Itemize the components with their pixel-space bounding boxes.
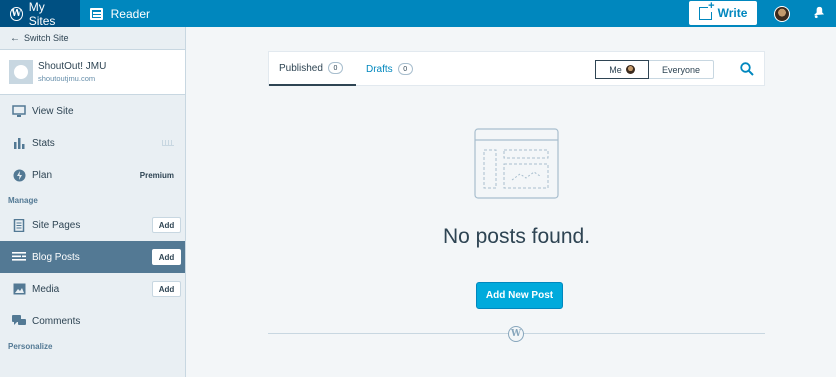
- sidebar-item-comments[interactable]: Comments: [0, 305, 185, 337]
- bar-chart-icon: [12, 137, 26, 150]
- me-avatar: [625, 65, 635, 74]
- my-sites-button[interactable]: W My Sites: [0, 0, 80, 28]
- section-manage: Manage: [8, 195, 38, 205]
- author-filter-toggle: Me Everyone: [595, 60, 714, 79]
- sidebar-item-label: Comments: [32, 315, 81, 327]
- comments-icon: [12, 315, 26, 328]
- sidebar-item-site-pages[interactable]: Site Pages Add: [0, 209, 185, 241]
- sidebar-item-view-site[interactable]: View Site: [0, 95, 185, 127]
- sidebar: ← Switch Site ShoutOut! JMU shoutoutjmu.…: [0, 27, 186, 377]
- empty-posts-illustration: [474, 128, 559, 199]
- current-site-card[interactable]: ShoutOut! JMU shoutoutjmu.com: [0, 49, 185, 95]
- monitor-icon: [12, 104, 26, 118]
- post-status-tabs: Published 0 Drafts 0 Me Everyone: [268, 51, 765, 86]
- sidebar-item-stats[interactable]: Stats: [0, 127, 185, 159]
- add-new-post-button[interactable]: Add New Post: [476, 282, 563, 309]
- masterbar: W My Sites Reader Write: [0, 0, 836, 28]
- my-sites-label: My Sites: [28, 0, 56, 28]
- arrow-left-icon: ←: [10, 32, 20, 44]
- page-icon: [12, 218, 26, 232]
- filter-me-label: Me: [609, 64, 622, 75]
- posts-icon: [12, 251, 26, 264]
- tab-published[interactable]: Published 0: [269, 52, 356, 86]
- reader-icon: [90, 7, 103, 20]
- add-page-button[interactable]: Add: [152, 217, 181, 233]
- write-icon: [698, 0, 715, 20]
- filter-me-button[interactable]: Me: [595, 60, 649, 79]
- switch-site-label: Switch Site: [24, 33, 69, 43]
- plan-bolt-icon: [12, 169, 26, 182]
- empty-state-title: No posts found.: [442, 225, 591, 248]
- plan-badge: Premium: [139, 170, 174, 180]
- search-icon[interactable]: [740, 62, 754, 76]
- tab-label: Drafts: [366, 63, 393, 75]
- sidebar-item-blog-posts[interactable]: Blog Posts Add: [0, 241, 185, 273]
- site-name: ShoutOut! JMU: [38, 61, 107, 72]
- wordpress-logo-icon: W: [10, 6, 23, 21]
- sidebar-item-plan[interactable]: Plan Premium: [0, 159, 185, 191]
- write-button[interactable]: Write: [689, 0, 757, 25]
- reader-label: Reader: [110, 6, 150, 21]
- sidebar-item-media[interactable]: Media Add: [0, 273, 185, 305]
- switch-site-link[interactable]: ← Switch Site: [0, 27, 185, 49]
- filter-everyone-label: Everyone: [661, 64, 701, 75]
- tab-drafts[interactable]: Drafts 0: [366, 52, 413, 86]
- user-avatar[interactable]: [774, 6, 790, 22]
- site-globe-icon: [9, 60, 33, 84]
- sidebar-item-label: Stats: [32, 137, 55, 149]
- reader-button[interactable]: Reader: [80, 0, 160, 27]
- sidebar-item-label: Media: [32, 283, 60, 295]
- wordpress-footer-logo-icon: W: [508, 326, 524, 342]
- sidebar-item-label: View Site: [32, 105, 74, 117]
- section-personalize: Personalize: [8, 341, 53, 351]
- sidebar-item-label: Blog Posts: [32, 251, 80, 263]
- add-post-button[interactable]: Add: [152, 249, 181, 265]
- filter-everyone-button[interactable]: Everyone: [649, 61, 713, 78]
- write-label: Write: [717, 6, 748, 20]
- image-icon: [12, 283, 26, 296]
- tab-count: 0: [397, 63, 413, 75]
- tab-count: 0: [327, 62, 343, 74]
- add-media-button[interactable]: Add: [152, 281, 181, 297]
- stats-sparkline-icon: [162, 140, 174, 146]
- notifications-bell-icon[interactable]: [812, 6, 825, 19]
- tab-label: Published: [279, 62, 323, 74]
- sidebar-item-label: Plan: [32, 169, 53, 181]
- site-url: shoutoutjmu.com: [38, 74, 96, 83]
- sidebar-item-label: Site Pages: [32, 219, 81, 231]
